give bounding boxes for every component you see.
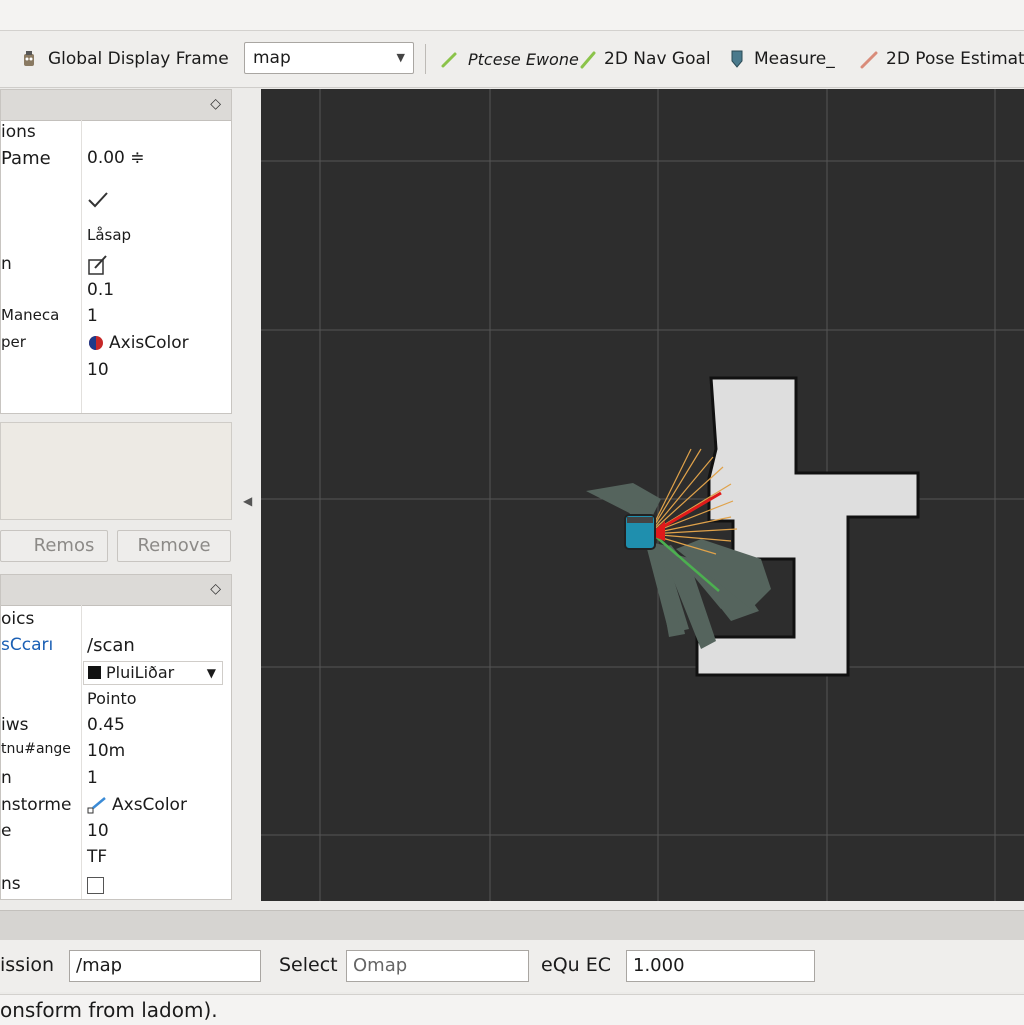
property-row[interactable]: iws 0.45 — [1, 715, 231, 741]
property-value: 0.1 — [87, 280, 115, 300]
tool-label: 2D Pose Estimate — [886, 49, 1024, 69]
chevron-down-icon: ▼ — [396, 51, 405, 64]
tool-label: Measure_ — [754, 49, 835, 69]
property-key: e — [1, 821, 12, 841]
views-divider — [0, 910, 1024, 941]
global-frame-label: Global Display Frame — [48, 49, 229, 69]
occupancy-map — [695, 376, 920, 677]
property-row[interactable]: Maneca 1 — [1, 306, 231, 332]
robot-model — [624, 514, 656, 550]
color-picker-icon — [87, 797, 106, 814]
property-value: 10 — [87, 821, 109, 841]
description-box — [0, 422, 232, 520]
property-value: Låsap — [87, 226, 132, 244]
property-key: n — [1, 768, 12, 788]
displays-panel-global-options: ◇ ions Pame 0.00 ≑ Låsap n 0.1 Maneca 1 pe… — [0, 89, 232, 414]
window-title-bar — [0, 0, 1024, 31]
float-panel-icon[interactable]: ◇ — [210, 96, 221, 112]
bottom-label-3: eQu EC — [541, 954, 611, 976]
property-value: AxsColor — [112, 795, 187, 815]
status-bar: onsform from ladom). — [0, 994, 1024, 1025]
property-row[interactable]: ns — [1, 874, 231, 899]
collapse-left-icon[interactable]: ◀ — [243, 494, 252, 508]
property-value: 10 — [87, 360, 109, 380]
pencil-icon — [441, 52, 457, 68]
tool-measure[interactable]: Measure_ — [728, 43, 835, 75]
property-row[interactable] — [1, 190, 231, 216]
property-row[interactable]: n — [1, 254, 231, 280]
bottom-input-3[interactable]: 1.000 — [626, 950, 815, 982]
property-row[interactable]: Pointo — [1, 689, 231, 715]
nav-goal-arrow-icon — [580, 51, 596, 69]
property-value: 0.45 — [87, 715, 125, 735]
property-row[interactable]: n1 — [1, 768, 231, 794]
property-value: 10m — [87, 741, 126, 761]
displays-panel-laserscan: ◇ oics sCcarı/scan PluiLiðar ▼ Pointo iw… — [0, 574, 232, 900]
property-row[interactable]: oics — [1, 609, 231, 635]
property-key: Pame — [1, 148, 51, 169]
render-viewport[interactable] — [261, 89, 1024, 901]
bottom-label-1: ission — [0, 954, 55, 976]
property-key: tnu#ange — [1, 741, 71, 757]
property-value: TF — [87, 847, 108, 867]
property-row[interactable]: 10 — [1, 360, 231, 386]
property-key: Maneca — [1, 306, 60, 324]
property-row[interactable]: nstorme AxsColor — [1, 795, 231, 821]
remove-button[interactable]: Remove — [117, 530, 231, 562]
property-value: AxisColor — [109, 333, 189, 353]
checkbox[interactable] — [87, 877, 104, 894]
panel-header: ◇ — [1, 575, 231, 606]
property-key: sCcarı — [1, 635, 54, 655]
property-row[interactable]: tnu#ange 10m — [1, 741, 231, 767]
edit-checkbox-icon[interactable] — [87, 254, 109, 276]
frame-rate-spinbox[interactable]: 0.00 ≑ — [87, 148, 145, 168]
property-key: oics — [1, 609, 35, 629]
tool-2d-pose-estimate[interactable]: 2D Pose Estimate — [860, 43, 1024, 75]
tool-publish-point[interactable]: Ptcese Ewone — [440, 43, 579, 75]
style-select[interactable]: PluiLiðar ▼ — [83, 661, 223, 685]
float-panel-icon[interactable]: ◇ — [210, 581, 221, 597]
color-swatch-icon — [88, 666, 101, 679]
fixed-frame-select[interactable]: map ▼ — [244, 42, 414, 74]
property-value: Pointo — [87, 689, 137, 708]
ruler-icon — [731, 50, 743, 68]
fixed-frame-value: map — [253, 48, 291, 68]
property-key: nstorme — [1, 795, 72, 815]
global-frame-tool[interactable]: Global Display Frame — [18, 43, 229, 75]
robot-icon — [24, 51, 34, 66]
rename-button[interactable]: Remos — [0, 530, 108, 562]
chevron-down-icon: ▼ — [206, 666, 216, 680]
property-row[interactable]: Låsap — [1, 226, 231, 252]
toolbar-divider — [425, 44, 426, 74]
checkmark-icon[interactable] — [87, 190, 109, 210]
scene-canvas[interactable] — [261, 89, 1024, 901]
pose-arrow-icon — [860, 51, 878, 69]
bottom-input-1[interactable]: /map — [69, 950, 261, 982]
bottom-label-2: Select — [279, 954, 338, 976]
property-value: 1 — [87, 768, 98, 788]
property-key: ns — [1, 874, 21, 894]
property-row[interactable]: 0.1 — [1, 280, 231, 306]
tool-2d-nav-goal[interactable]: 2D Nav Goal — [580, 43, 711, 75]
style-value: PluiLiðar — [106, 663, 175, 682]
color-swatch-icon — [89, 336, 103, 350]
property-row[interactable]: per AxisColor — [1, 333, 231, 359]
panel-header: ◇ — [1, 90, 231, 121]
property-key: iws — [1, 715, 29, 735]
tool-label: 2D Nav Goal — [604, 49, 711, 69]
tool-label: Ptcese Ewone — [468, 49, 579, 69]
property-row[interactable]: TF — [1, 847, 231, 873]
property-key: ions — [1, 122, 36, 142]
bottom-input-2[interactable]: Omap — [346, 950, 529, 982]
property-key: n — [1, 254, 12, 274]
property-value: 1 — [87, 306, 98, 326]
property-row[interactable]: ions — [1, 122, 231, 148]
property-row[interactable]: Pame 0.00 ≑ — [1, 148, 231, 174]
topic-value[interactable]: /scan — [87, 635, 135, 656]
property-key: per — [1, 333, 26, 351]
status-text: onsform from ladom). — [0, 998, 218, 1022]
property-row[interactable]: sCcarı/scan — [1, 635, 231, 661]
property-row[interactable]: e 10 — [1, 821, 231, 847]
